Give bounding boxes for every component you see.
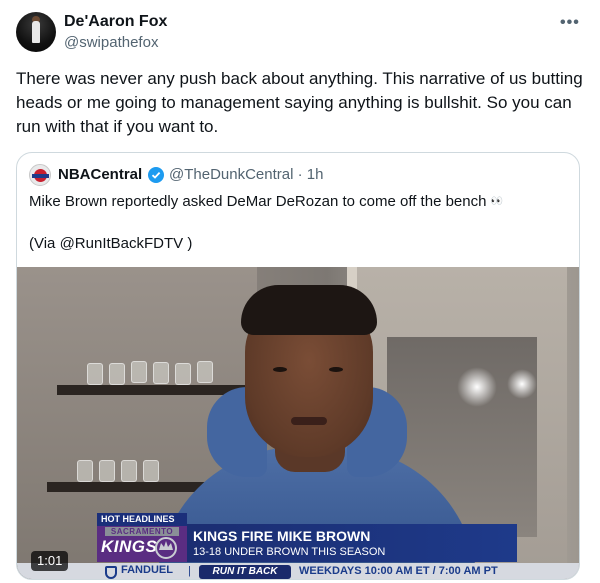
background-jar [109,363,125,385]
quoted-author-handle[interactable]: @TheDunkCentral · 1h [169,166,323,183]
headline-text: KINGS FIRE MIKE BROWN [193,528,371,544]
background-jar [153,362,169,384]
show-logo: RUN IT BACK [199,565,291,579]
hot-headlines-label: HOT HEADLINES [97,513,187,526]
tweet-text: There was never any push back about anyt… [16,69,583,136]
speaker-eye [329,367,343,372]
quoted-source-line: (Via @RunItBackFDTV ) [29,235,193,252]
video-player[interactable]: HOT HEADLINES SACRAMENTO KINGS KINGS FIR… [17,267,579,579]
more-options-icon[interactable]: ••• [560,14,580,32]
author-handle[interactable]: @swipathefox [64,34,158,51]
sponsor-separator: | [188,565,191,577]
avatar-figure-body [32,21,40,43]
background-light [507,369,537,399]
speaker-eye [273,367,287,372]
background-shelf [57,385,247,395]
background-jar [143,460,159,482]
eyes-emoji-icon: 👀 [490,196,504,207]
speaker-hair [241,285,377,335]
sponsor-label: FANDUEL [121,564,173,576]
quoted-text-line1: Mike Brown reportedly asked DeMar DeRoza… [29,193,504,210]
subheadline-text: 13-18 UNDER BROWN THIS SEASON [193,546,386,558]
quoted-text: Mike Brown reportedly asked DeMar DeRoza… [29,193,487,210]
speaker-mouth [291,417,327,425]
author-name[interactable]: De'Aaron Fox [64,13,167,31]
video-timestamp: 1:01 [31,551,69,571]
tweet-card: De'Aaron Fox @swipathefox ••• There was … [0,0,600,583]
background-jar [77,460,93,482]
background-jar [99,460,115,482]
background-jar [121,460,137,482]
show-schedule: WEEKDAYS 10:00 AM ET / 7:00 AM PT [299,565,498,577]
background-light [457,367,497,407]
background-jar [197,361,213,383]
quoted-author-avatar[interactable] [29,164,51,186]
kings-crown-icon [155,537,177,559]
team-name-label: KINGS [101,537,158,556]
quoted-author-name[interactable]: NBACentral [58,166,142,183]
logo-band [32,174,49,178]
author-avatar[interactable] [16,12,56,52]
fanduel-shield-icon [105,566,117,579]
background-jar [131,361,147,383]
background-jar [87,363,103,385]
quoted-tweet[interactable]: NBACentral @TheDunkCentral · 1h Mike Bro… [16,152,580,580]
background-jar [175,363,191,385]
verified-badge-icon [148,167,164,183]
